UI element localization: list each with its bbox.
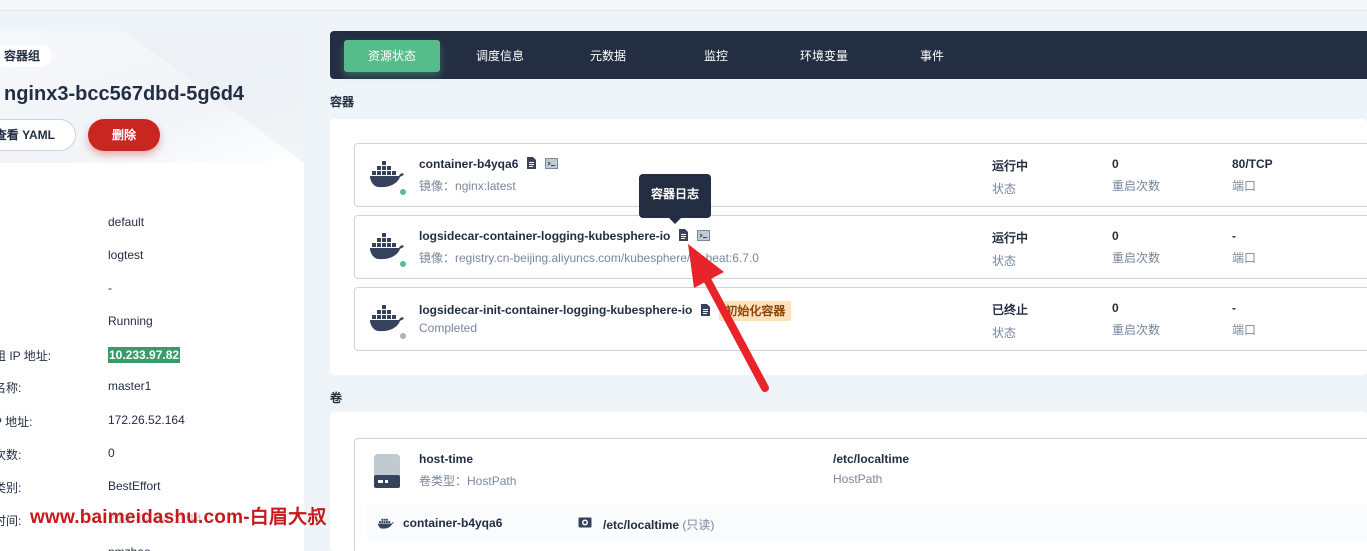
property-value: default: [108, 215, 145, 229]
volume-path: /etc/localtime HostPath: [833, 452, 910, 486]
container-name: container-b4yqa6: [419, 157, 559, 172]
docker-icon: [370, 305, 404, 332]
volumes-card: host-time 卷类型：HostPath /etc/localtime Hos…: [330, 412, 1367, 551]
container-image: 镜像：nginx:latest: [419, 179, 516, 193]
container-row: logsidecar-init-container-logging-kubesp…: [354, 287, 1367, 351]
property-key: 类别:: [0, 481, 22, 495]
container-row: container-b4yqa6 镜像：nginx:latest 运行中 状态 0…: [354, 143, 1367, 207]
docker-icon: [378, 518, 394, 529]
volume-mount-row: container-b4yqa6 /etc/localtime (只读): [367, 505, 1367, 541]
containers-section-title: 容器: [330, 95, 355, 109]
property-node-name: 名称: master1: [0, 379, 304, 399]
property-value: pmzhao: [108, 545, 151, 551]
container-name: logsidecar-init-container-logging-kubesp…: [419, 301, 792, 321]
volumes-section-title: 卷: [330, 391, 343, 405]
pod-name: nginx3-bcc567dbd-5g6d4: [4, 83, 245, 105]
container-ports: - 端口: [1232, 301, 1257, 337]
property-creator: pmzhao: [0, 545, 304, 551]
property-key: 次数:: [0, 448, 22, 462]
mount-container-name: container-b4yqa6: [403, 516, 503, 530]
property-value: 172.26.52.164: [108, 413, 185, 427]
property-node-ip: P 地址: 172.26.52.164: [0, 413, 304, 433]
log-icon[interactable]: [526, 157, 537, 172]
top-bar: [0, 0, 1367, 11]
terminal-icon[interactable]: [697, 229, 711, 244]
mount-path: /etc/localtime (只读): [603, 518, 715, 532]
status-dot: [399, 260, 407, 268]
property-value: BestEffort: [108, 479, 161, 493]
watermark: www.baimeidashu.com-白眉大叔: [30, 507, 327, 528]
container-row: logsidecar-container-logging-kubesphere-…: [354, 215, 1367, 279]
tab-monitoring[interactable]: 监控: [668, 40, 764, 72]
volume-row: host-time 卷类型：HostPath /etc/localtime Hos…: [354, 438, 1367, 551]
mount-icon: [578, 517, 592, 528]
container-name: logsidecar-container-logging-kubesphere-…: [419, 229, 711, 244]
property-namespace: default: [0, 215, 304, 235]
status-dot: [399, 332, 407, 340]
tab-env-vars[interactable]: 环境变量: [776, 40, 872, 72]
container-ports: 80/TCP 端口: [1232, 157, 1273, 193]
property-pod-ip: 组 IP 地址: 10.233.97.82: [0, 347, 304, 367]
containers-card: container-b4yqa6 镜像：nginx:latest 运行中 状态 0…: [330, 119, 1367, 375]
pod-detail-panel: 容器组 nginx3-bcc567dbd-5g6d4 查看 YAML 删除 de…: [0, 31, 304, 551]
kind-badge: 容器组: [0, 45, 53, 67]
property-value: 0: [108, 446, 115, 460]
docker-icon: [370, 161, 404, 188]
volume-type: 卷类型：HostPath: [419, 474, 517, 488]
property-app: -: [0, 281, 304, 301]
property-project: logtest: [0, 248, 304, 268]
pod-header: 容器组 nginx3-bcc567dbd-5g6d4 查看 YAML 删除: [0, 31, 304, 163]
status-dot: [399, 188, 407, 196]
property-qos: 类别: BestEffort: [0, 479, 304, 499]
container-log-tooltip: 容器日志: [639, 174, 711, 224]
tab-scheduling[interactable]: 调度信息: [452, 40, 548, 72]
init-container-badge: 初始化容器: [719, 301, 792, 321]
container-state: Completed: [419, 321, 478, 335]
detail-tabs: 资源状态 调度信息 元数据 监控 环境变量 事件: [330, 31, 1367, 79]
container-image: 镜像：registry.cn-beijing.aliyuncs.com/kube…: [419, 251, 759, 265]
container-ports: - 端口: [1232, 229, 1257, 265]
volume-name: host-time: [419, 452, 473, 466]
container-status: 运行中 状态: [992, 159, 1029, 196]
property-status: Running: [0, 314, 304, 334]
property-key: P 地址:: [0, 415, 33, 429]
container-restarts: 0 重启次数: [1112, 157, 1161, 193]
log-icon[interactable]: [700, 303, 711, 319]
delete-button[interactable]: 删除: [88, 119, 160, 151]
tab-metadata[interactable]: 元数据: [560, 40, 656, 72]
container-status: 运行中 状态: [992, 231, 1029, 268]
container-restarts: 0 重启次数: [1112, 301, 1161, 337]
docker-icon: [370, 233, 404, 260]
property-key: 组 IP 地址:: [0, 349, 52, 363]
property-value: logtest: [108, 248, 144, 262]
pod-ip-value: 10.233.97.82: [108, 347, 181, 363]
property-restarts: 次数: 0: [0, 446, 304, 466]
property-value: master1: [108, 379, 152, 393]
container-restarts: 0 重启次数: [1112, 229, 1161, 265]
property-value: Running: [108, 314, 153, 328]
tab-events[interactable]: 事件: [884, 40, 980, 72]
container-status: 已终止 状态: [992, 303, 1029, 340]
property-value: -: [108, 281, 112, 295]
log-icon[interactable]: [678, 229, 689, 244]
terminal-icon[interactable]: [545, 157, 559, 172]
property-key: 时间:: [0, 514, 22, 528]
view-yaml-button[interactable]: 查看 YAML: [0, 119, 76, 151]
disk-icon: [374, 454, 400, 488]
property-key: 名称:: [0, 381, 22, 395]
tab-resource-status[interactable]: 资源状态: [344, 40, 440, 72]
